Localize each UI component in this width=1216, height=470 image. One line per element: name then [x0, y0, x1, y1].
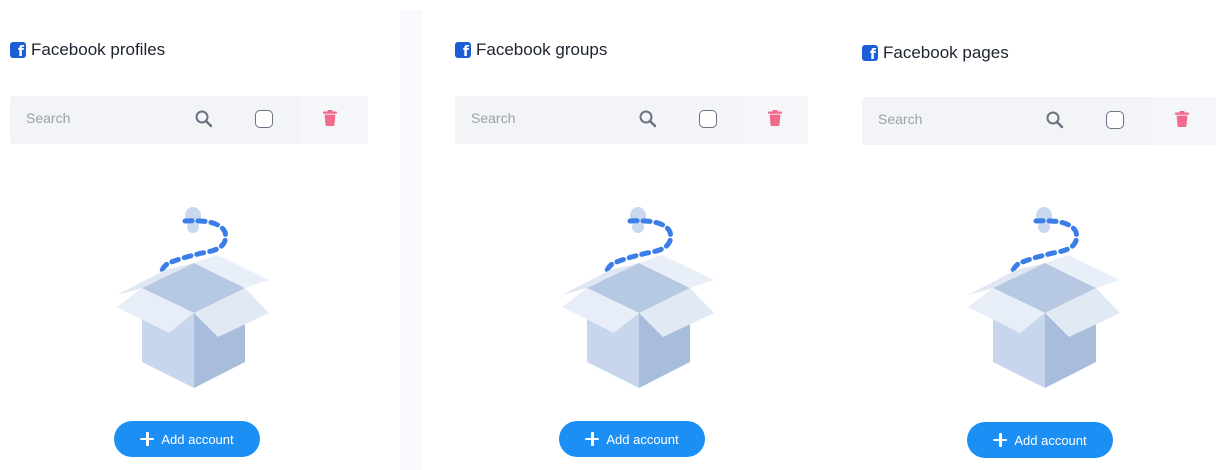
search-icon[interactable]	[638, 109, 658, 129]
add-account-label: Add account	[606, 431, 679, 447]
search-input[interactable]	[26, 110, 176, 126]
add-account-label: Add account	[161, 431, 234, 447]
panel-title: f Facebook pages	[862, 43, 1009, 63]
plus-icon	[993, 433, 1008, 447]
panel-title-text: Facebook groups	[476, 40, 608, 59]
facebook-icon: f	[455, 42, 471, 58]
add-account-button[interactable]: Add account	[967, 422, 1113, 458]
add-account-button[interactable]: Add account	[114, 421, 260, 457]
panel-facebook-pages: f Facebook pages A	[862, 0, 1216, 470]
delete-area	[299, 96, 368, 144]
search-icon[interactable]	[1045, 110, 1065, 130]
delete-area	[744, 96, 808, 144]
panel-title: f Facebook profiles	[10, 40, 165, 60]
empty-box-illustration	[562, 207, 714, 388]
search-bar	[10, 96, 299, 144]
select-all-checkbox[interactable]	[255, 110, 273, 128]
facebook-icon: f	[862, 45, 878, 61]
empty-box-illustration	[968, 207, 1120, 388]
search-bar	[862, 97, 1151, 145]
panel-title-text: Facebook profiles	[31, 40, 166, 59]
panel-facebook-groups: f Facebook groups Search Add account	[455, 0, 815, 470]
trash-icon[interactable]	[1175, 111, 1189, 127]
empty-box-illustration	[117, 207, 269, 388]
add-account-label: Add account	[1014, 432, 1087, 448]
search-input[interactable]	[878, 111, 1028, 127]
search-bar	[455, 96, 744, 144]
plus-icon	[585, 432, 600, 446]
add-account-button[interactable]: Add account	[559, 421, 705, 457]
trash-icon[interactable]	[323, 110, 337, 126]
panel-title: f Facebook groups	[455, 40, 607, 60]
search-input[interactable]	[471, 110, 621, 126]
delete-area	[1151, 97, 1216, 145]
panel-facebook-profiles: f Facebook profiles Search Add account	[10, 0, 370, 470]
search-icon[interactable]	[194, 109, 214, 129]
plus-icon	[140, 432, 155, 446]
select-all-checkbox[interactable]	[1106, 111, 1124, 129]
facebook-icon: f	[10, 42, 26, 58]
panel-title-text: Facebook pages	[883, 43, 1009, 62]
column-divider	[400, 10, 422, 470]
select-all-checkbox[interactable]	[699, 110, 717, 128]
trash-icon[interactable]	[768, 110, 782, 126]
